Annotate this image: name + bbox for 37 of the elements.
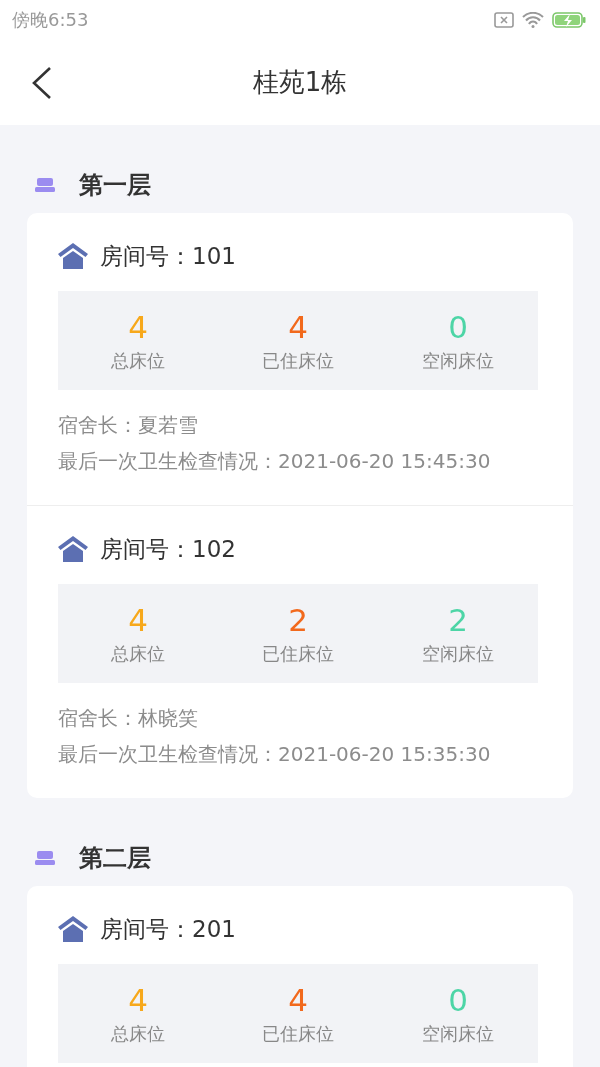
bed-count: 4 xyxy=(128,601,148,638)
bed-count-label: 空闲床位 xyxy=(422,641,494,666)
room-number: 房间号：102 xyxy=(100,534,236,564)
bed-count-label: 已住床位 xyxy=(262,1021,334,1046)
bed-count-label: 总床位 xyxy=(111,641,165,666)
house-icon xyxy=(58,536,88,562)
bed-count: 0 xyxy=(448,308,468,345)
last-inspection: 最后一次卫生检查情况：2021-06-20 15:35:30 xyxy=(58,741,492,768)
bed-count-label: 总床位 xyxy=(111,348,165,373)
house-icon xyxy=(58,916,88,942)
bed-icon xyxy=(35,178,55,192)
bed-count: 0 xyxy=(448,981,468,1018)
house-icon xyxy=(58,243,88,269)
last-inspection: 最后一次卫生检查情况：2021-06-20 15:45:30 xyxy=(58,448,492,475)
bed-count-label: 已住床位 xyxy=(262,641,334,666)
bed-count-label: 已住床位 xyxy=(262,348,334,373)
bed-count-label: 总床位 xyxy=(111,1021,165,1046)
room-number: 房间号：201 xyxy=(100,914,236,944)
dorm-leader: 宿舍长：夏若雪 xyxy=(58,412,199,439)
bed-icon xyxy=(35,851,55,865)
bed-count: 4 xyxy=(128,308,148,345)
bed-count-label: 空闲床位 xyxy=(422,1021,494,1046)
bed-count: 2 xyxy=(288,601,308,638)
status-time: 傍晚6:53 xyxy=(12,8,89,32)
dorm-leader: 宿舍长：林晓笑 xyxy=(58,705,199,732)
page-title: 桂苑1栋 xyxy=(252,66,348,99)
bed-count: 4 xyxy=(128,981,148,1018)
bed-count: 4 xyxy=(288,308,308,345)
floor-title: 第二层 xyxy=(79,843,151,874)
room-number: 房间号：101 xyxy=(100,241,236,271)
bed-count-label: 空闲床位 xyxy=(422,348,494,373)
wifi-icon xyxy=(522,12,544,28)
battery-charging-icon xyxy=(552,12,586,28)
bed-count: 4 xyxy=(288,981,308,1018)
bed-count: 2 xyxy=(448,601,468,638)
no-sim-icon xyxy=(494,12,514,28)
floor-title: 第一层 xyxy=(79,170,151,201)
